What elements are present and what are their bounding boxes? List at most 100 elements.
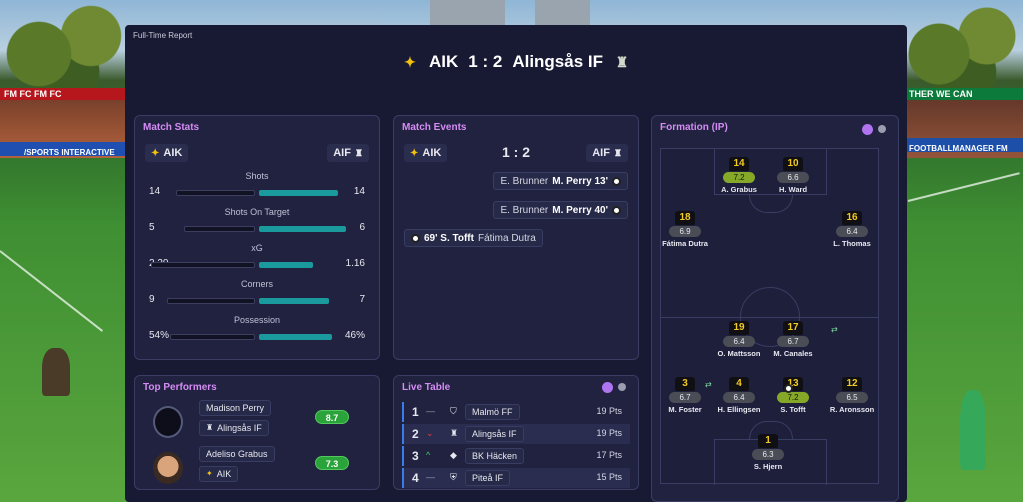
stat-home-bar xyxy=(151,262,255,268)
report-title: Full-Time Report xyxy=(133,31,193,40)
table-team-name: Alingsås IF xyxy=(465,426,524,442)
away-team-pill: AIF ♜ xyxy=(327,144,369,162)
match-stats-card: Match Stats ✦ AIK AIF ♜ Shots 14 14 Shots On … xyxy=(134,115,380,360)
table-position: 2 xyxy=(412,427,419,441)
shirt-icon: 1 xyxy=(758,434,778,448)
player-rating: 6.4 xyxy=(836,226,868,237)
player-name: S. Tofft xyxy=(780,405,806,414)
player-name: M. Foster xyxy=(668,405,702,414)
stat-home-value: 54% xyxy=(149,330,170,341)
stat-row: 14 14 xyxy=(149,186,365,198)
player-name: M. Canales xyxy=(773,349,813,358)
full-time-report-panel: Full-Time Report ✦ AIK 1 : 2 Alingsås IF… xyxy=(125,25,907,502)
alingsas-crest-icon: ♜ xyxy=(613,147,622,158)
top-performers-title: Top Performers xyxy=(143,382,217,393)
table-position: 4 xyxy=(412,471,419,485)
table-team-name: Piteå IF xyxy=(465,470,511,486)
player-name: R. Aronsson xyxy=(829,405,875,414)
stat-away-bar xyxy=(259,190,338,196)
position-marker xyxy=(402,446,404,466)
table-position: 1 xyxy=(412,405,419,419)
page-dot-active[interactable] xyxy=(862,124,873,135)
substitution-icon: ⇄ xyxy=(831,325,838,334)
table-points: 17 Pts xyxy=(596,450,622,460)
pitch-line xyxy=(907,172,1020,202)
hacken-crest-icon: ◆ xyxy=(450,450,457,460)
shirt-icon: 10 xyxy=(783,157,803,171)
stat-away-bar xyxy=(259,226,346,232)
table-row[interactable]: 3 ^ ◆ BK Häcken 17 Pts xyxy=(402,446,630,466)
formation-player[interactable]: 12 6.5 R. Aronsson xyxy=(822,377,882,414)
formation-player[interactable]: 4 6.4 H. Ellingsen xyxy=(709,377,769,414)
shirt-icon: 19 xyxy=(729,321,749,335)
sponsor-board-left: /SPORTS INTERACTIVE xyxy=(0,142,128,157)
ad-board-left: FM FC FM FC xyxy=(0,88,128,100)
formation-card: Formation (IP) 14 7.2 A. Grabus 10 6.6 H. War… xyxy=(651,115,899,502)
formation-player[interactable]: 10 6.6 H. Ward xyxy=(763,157,823,194)
stat-home-value: 14 xyxy=(149,186,161,197)
page-dot-active[interactable] xyxy=(602,382,613,393)
alingsas-crest-icon: ♜ xyxy=(615,53,629,70)
player-name: H. Ward xyxy=(778,185,808,194)
position-change-icon: ⌄ xyxy=(426,428,434,438)
formation-player[interactable]: 18 6.9 Fátima Dutra xyxy=(655,211,715,248)
formation-player[interactable]: 14 7.2 A. Grabus xyxy=(709,157,769,194)
final-score: 1 : 2 xyxy=(468,52,503,71)
alingsas-crest-icon: ♜ xyxy=(354,147,363,158)
formation-player[interactable]: 13 7.2 S. Tofft xyxy=(763,377,823,414)
performer-row[interactable]: Madison Perry ♜ Alingsås IF 8.7 xyxy=(143,400,371,444)
stat-home-value: 5 xyxy=(149,222,155,233)
stat-label: Corners xyxy=(240,279,273,289)
player-name: O. Mattsson xyxy=(717,349,761,358)
event-goal[interactable]: 69' S. Tofft Fátima Dutra xyxy=(404,229,543,247)
formation-player[interactable]: 1 6.3 S. Hjern xyxy=(738,434,798,471)
performer-team: ✦ AIK xyxy=(199,466,239,482)
table-row[interactable]: 1 — ⛉ Malmö FF 19 Pts xyxy=(402,402,630,422)
shirt-icon: 3 xyxy=(675,377,695,391)
match-events-card: Match Events ✦ AIK 1 : 2 AIF ♜ E. Brunner M… xyxy=(393,115,639,360)
page-dot[interactable] xyxy=(878,125,886,133)
page-dot[interactable] xyxy=(618,383,626,391)
position-change-icon: — xyxy=(426,472,435,482)
stat-row: 54% 46% xyxy=(149,330,365,342)
event-goal[interactable]: E. Brunner M. Perry 13' xyxy=(493,172,628,190)
stat-row: 2.301.16 xyxy=(149,258,365,270)
position-marker xyxy=(402,468,404,488)
formation-title: Formation (IP) xyxy=(660,122,728,133)
position-marker xyxy=(402,424,404,444)
table-row[interactable]: 4 — ⛨ Piteå IF 15 Pts xyxy=(402,468,630,488)
stat-home-bar xyxy=(170,334,255,340)
pitch-line xyxy=(0,250,104,332)
table-team-name: BK Häcken xyxy=(465,448,525,464)
formation-player[interactable]: 19 6.4 O. Mattsson xyxy=(709,321,769,358)
sponsor-board-right: FOOTBALLMANAGER FM xyxy=(905,138,1023,153)
stat-row: 97 xyxy=(149,294,365,306)
player-name: Fátima Dutra xyxy=(662,239,708,248)
match-events-title: Match Events xyxy=(402,122,467,133)
away-team-name: Alingsås IF xyxy=(512,52,603,71)
formation-player[interactable]: 16 6.4 L. Thomas xyxy=(822,211,882,248)
performer-row[interactable]: Adeliso Grabus ✦ AIK 7.3 xyxy=(143,446,371,490)
player-name: S. Hjern xyxy=(753,462,783,471)
substitution-icon: ⇄ xyxy=(705,380,712,389)
player-rating: 7.2 xyxy=(723,172,755,183)
event-goal[interactable]: E. Brunner M. Perry 40' xyxy=(493,201,628,219)
stat-away-value: 6 xyxy=(359,222,365,233)
penalty-arc-top xyxy=(749,195,793,213)
malmo-crest-icon: ⛉ xyxy=(450,406,457,416)
stat-away-bar xyxy=(259,298,329,304)
manager-figure xyxy=(42,348,70,396)
formation-player[interactable]: 17 6.7 M. Canales xyxy=(763,321,823,358)
avatar-silhouette-icon xyxy=(153,406,183,438)
building xyxy=(430,0,505,25)
stat-away-value: 14 xyxy=(353,186,365,197)
football-icon xyxy=(411,233,420,243)
home-team-pill: ✦ AIK xyxy=(145,144,189,162)
football-icon xyxy=(612,205,621,215)
table-row[interactable]: 2 ⌄ ♜ Alingsås IF 19 Pts xyxy=(402,424,630,444)
formation-pitch: 14 7.2 A. Grabus 10 6.6 H. Ward 18 6.9 Fátima Du… xyxy=(660,148,882,485)
stat-away-value: 1.16 xyxy=(345,258,365,269)
stat-label: xG xyxy=(251,243,263,253)
shirt-icon: 4 xyxy=(729,377,749,391)
scoreline-header: ✦ AIK 1 : 2 Alingsås IF ♜ xyxy=(125,49,907,75)
